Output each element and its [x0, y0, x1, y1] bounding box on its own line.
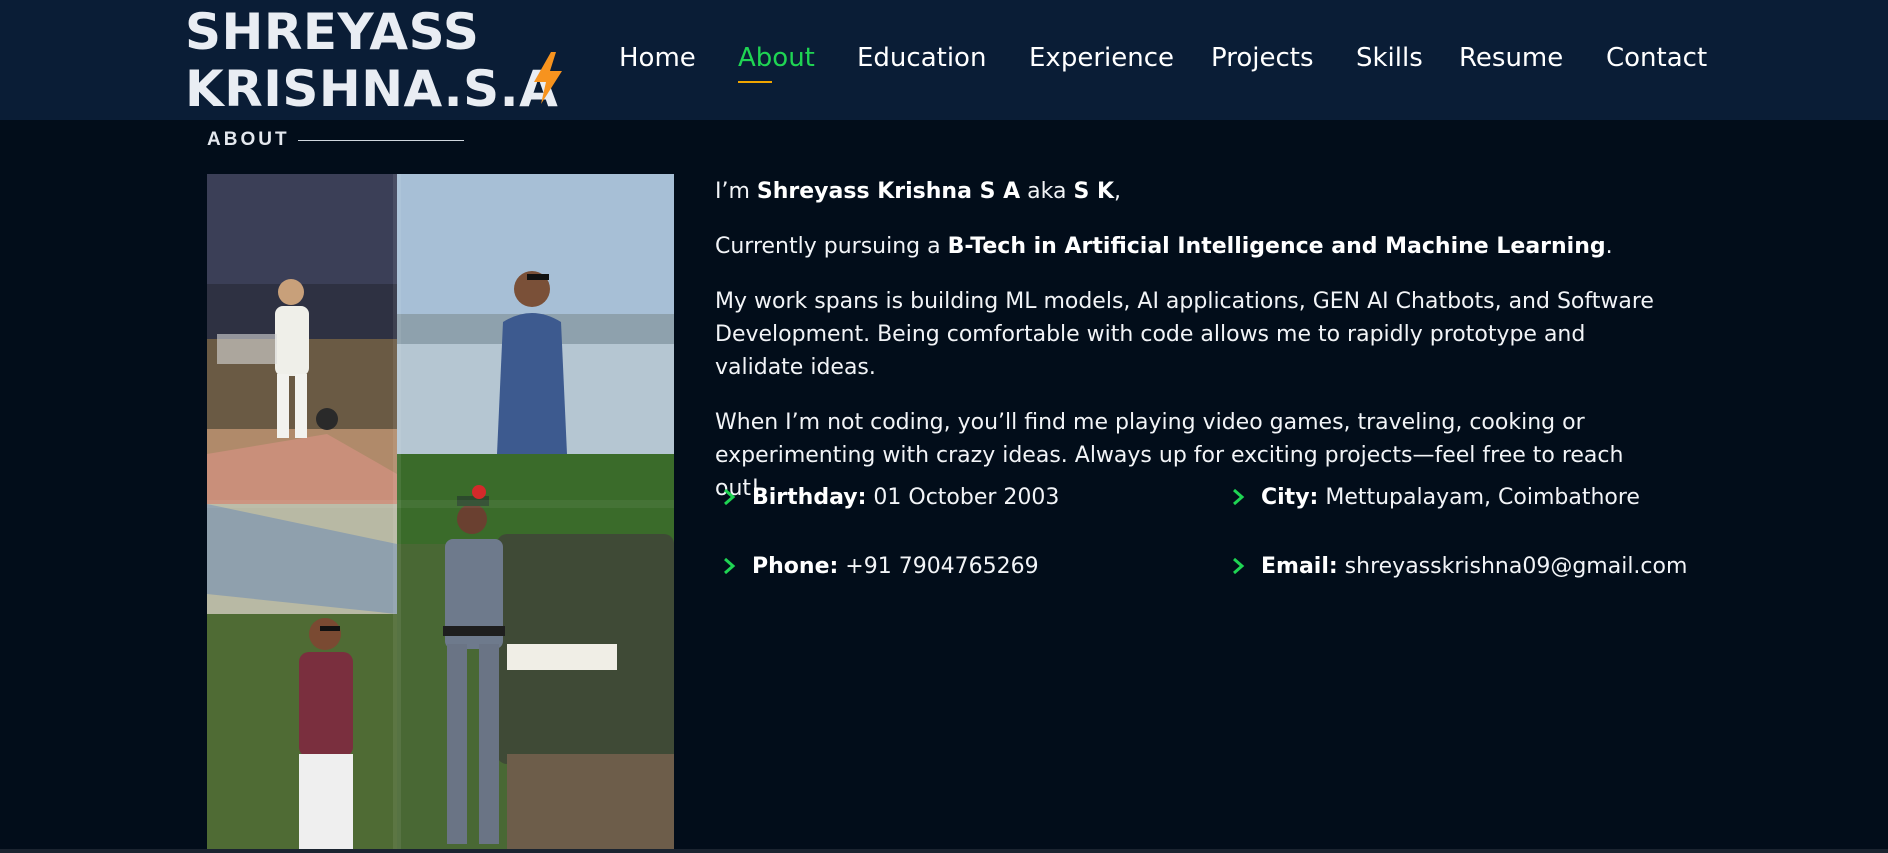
nav-contact[interactable]: Contact	[1606, 40, 1707, 76]
nav-education[interactable]: Education	[857, 40, 986, 76]
main-nav: Home About Education Experience Projects…	[0, 40, 1888, 80]
nav-resume[interactable]: Resume	[1459, 40, 1563, 76]
chevron-right-icon	[724, 488, 736, 506]
intro-suffix: ,	[1114, 179, 1121, 204]
pursuing-prefix: Currently pursuing a	[715, 234, 948, 259]
about-content: I’m Shreyass Krishna S A aka S K, Curren…	[715, 175, 1675, 527]
birthday-label: Birthday:	[752, 485, 867, 510]
phone-value: +91 7904765269	[838, 554, 1039, 579]
nav-home[interactable]: Home	[619, 40, 696, 76]
active-nav-underline	[738, 81, 772, 83]
email-label: Email:	[1261, 554, 1338, 579]
birthday-value: 01 October 2003	[866, 485, 1060, 510]
collage-artwork	[207, 174, 674, 851]
section-title: ABOUT	[207, 129, 290, 150]
nav-skills[interactable]: Skills	[1356, 40, 1423, 76]
chevron-right-icon	[724, 557, 736, 575]
info-email: Email: shreyasskrishna09@gmail.com	[1231, 552, 1687, 582]
nav-about[interactable]: About	[738, 40, 815, 76]
site-header: SHREYASS KRISHNA.S.A Home About Educatio…	[0, 0, 1888, 120]
nickname: S K	[1073, 179, 1114, 204]
nav-experience[interactable]: Experience	[1029, 40, 1174, 76]
work-paragraph: My work spans is building ML models, AI …	[715, 289, 1654, 380]
photo-collage-image	[207, 174, 674, 851]
intro-paragraph: I’m Shreyass Krishna S A aka S K,	[715, 175, 1675, 208]
section-title-rule	[298, 140, 464, 141]
phone-label: Phone:	[752, 554, 839, 579]
degree-name: B-Tech in Artificial Intelligence and Ma…	[947, 234, 1606, 259]
aka-text: aka	[1020, 179, 1074, 204]
intro-prefix: I’m	[715, 179, 757, 204]
nav-projects[interactable]: Projects	[1211, 40, 1314, 76]
city-label: City:	[1261, 485, 1319, 510]
info-city: City: Mettupalayam, Coimbathore	[1231, 483, 1640, 513]
city-value: Mettupalayam, Coimbathore	[1318, 485, 1640, 510]
page-bottom-edge	[0, 849, 1888, 853]
chevron-right-icon	[1233, 488, 1245, 506]
info-birthday: Birthday: 01 October 2003	[722, 483, 1059, 513]
degree-paragraph: Currently pursuing a B-Tech in Artificia…	[715, 230, 1675, 263]
full-name: Shreyass Krishna S A	[756, 179, 1021, 204]
pursuing-suffix: .	[1605, 234, 1613, 259]
info-phone: Phone: +91 7904765269	[722, 552, 1039, 582]
chevron-right-icon	[1233, 557, 1245, 575]
email-value[interactable]: shreyasskrishna09@gmail.com	[1338, 554, 1688, 579]
